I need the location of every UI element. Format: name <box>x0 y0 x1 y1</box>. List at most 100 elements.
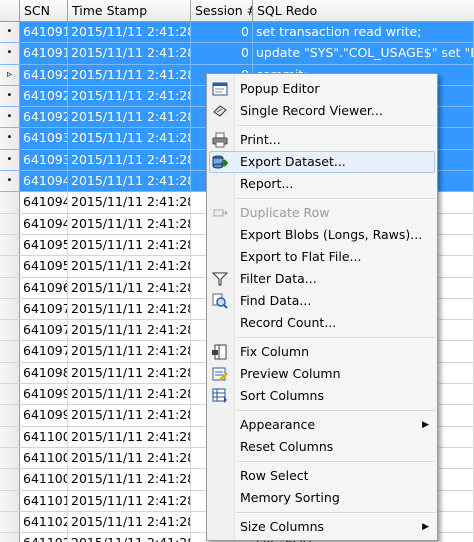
scn-cell[interactable]: 641102 <box>20 511 68 533</box>
session-cell[interactable]: 0 <box>191 43 253 64</box>
scn-cell[interactable]: 641092 <box>20 64 68 85</box>
menu-item-filter-data[interactable]: Filter Data... <box>209 268 435 290</box>
scn-cell[interactable]: 641092 <box>20 85 68 107</box>
scn-cell[interactable]: 641095 <box>20 256 68 277</box>
sql-redo-column-header[interactable]: SQL Redo <box>253 0 474 22</box>
row-indicator[interactable] <box>0 447 20 469</box>
menu-item-memory-sorting[interactable]: Memory Sorting <box>209 487 435 509</box>
scn-cell[interactable]: 641100 <box>20 447 68 469</box>
scn-cell[interactable]: 641097 <box>20 320 68 341</box>
scn-cell[interactable]: 641101 <box>20 490 68 511</box>
menu-item-export-dataset[interactable]: Export Dataset... <box>209 151 435 173</box>
scn-cell[interactable]: 641099 <box>20 384 68 405</box>
timestamp-cell[interactable]: 2015/11/11 2:41:28 <box>68 22 191 43</box>
scn-column-header[interactable]: SCN <box>20 0 68 22</box>
menu-item-single-record-viewer[interactable]: Single Record Viewer... <box>209 100 435 122</box>
row-indicator[interactable] <box>0 384 20 405</box>
row-indicator[interactable]: • <box>0 22 20 43</box>
timestamp-cell[interactable]: 2015/11/11 2:41:28 <box>68 405 191 426</box>
row-indicator[interactable] <box>0 234 20 256</box>
row-indicator[interactable] <box>0 426 20 447</box>
indicator-column-header[interactable] <box>0 0 20 22</box>
timestamp-cell[interactable]: 2015/11/11 2:41:28 <box>68 469 191 490</box>
row-indicator[interactable] <box>0 490 20 511</box>
timestamp-cell[interactable]: 2015/11/11 2:41:28 <box>68 277 191 298</box>
timestamp-cell[interactable]: 2015/11/11 2:41:28 <box>68 107 191 128</box>
row-indicator[interactable]: ▹ <box>0 64 20 85</box>
menu-item-record-count[interactable]: Record Count... <box>209 312 435 334</box>
row-indicator[interactable] <box>0 213 20 234</box>
menu-item-export-blobs[interactable]: Export Blobs (Longs, Raws)... <box>209 224 435 246</box>
row-indicator[interactable] <box>0 277 20 298</box>
menu-item-row-select[interactable]: Row Select <box>209 465 435 487</box>
menu-item-report[interactable]: Report... <box>209 173 435 195</box>
timestamp-cell[interactable]: 2015/11/11 2:41:28 <box>68 256 191 277</box>
sql-redo-cell[interactable]: set transaction read write; <box>253 22 474 43</box>
row-indicator[interactable] <box>0 192 20 213</box>
menu-item-reset-columns[interactable]: Reset Columns <box>209 436 435 458</box>
scn-cell[interactable]: 641100 <box>20 469 68 490</box>
scn-cell[interactable]: 641097 <box>20 298 68 320</box>
timestamp-cell[interactable]: 2015/11/11 2:41:28 <box>68 192 191 213</box>
menu-item-sort-columns[interactable]: Sort Columns <box>209 385 435 407</box>
scn-cell[interactable]: 641097 <box>20 341 68 362</box>
row-indicator[interactable]: • <box>0 171 20 192</box>
sql-redo-cell[interactable]: update "SYS"."COL_USAGE$" set "EQU <box>253 43 474 64</box>
row-indicator[interactable] <box>0 341 20 362</box>
timestamp-cell[interactable]: 2015/11/11 2:41:28 <box>68 43 191 64</box>
scn-cell[interactable]: 641098 <box>20 362 68 384</box>
timestamp-cell[interactable]: 2015/11/11 2:41:28 <box>68 490 191 511</box>
scn-cell[interactable]: 641093 <box>20 149 68 171</box>
timestamp-cell[interactable]: 2015/11/11 2:41:28 <box>68 171 191 192</box>
menu-item-export-flat-file[interactable]: Export to Flat File... <box>209 246 435 268</box>
scn-cell[interactable]: 641091 <box>20 22 68 43</box>
scn-cell[interactable]: 641095 <box>20 234 68 256</box>
timestamp-cell[interactable]: 2015/11/11 2:41:28 <box>68 213 191 234</box>
row-indicator[interactable]: • <box>0 107 20 128</box>
session-column-header[interactable]: Session # <box>191 0 253 22</box>
scn-cell[interactable]: 641092 <box>20 107 68 128</box>
row-indicator[interactable] <box>0 320 20 341</box>
scn-cell[interactable]: 641091 <box>20 43 68 64</box>
timestamp-cell[interactable]: 2015/11/11 2:41:28 <box>68 85 191 107</box>
timestamp-cell[interactable]: 2015/11/11 2:41:28 <box>68 64 191 85</box>
scn-cell[interactable]: 641102 <box>20 533 68 542</box>
timestamp-cell[interactable]: 2015/11/11 2:41:28 <box>68 298 191 320</box>
row-indicator[interactable] <box>0 533 20 542</box>
row-indicator[interactable] <box>0 362 20 384</box>
timestamp-cell[interactable]: 2015/11/11 2:41:28 <box>68 384 191 405</box>
timestamp-cell[interactable]: 2015/11/11 2:41:28 <box>68 149 191 171</box>
timestamp-cell[interactable]: 2015/11/11 2:41:28 <box>68 128 191 149</box>
timestamp-cell[interactable]: 2015/11/11 2:41:28 <box>68 426 191 447</box>
scn-cell[interactable]: 641094 <box>20 213 68 234</box>
timestamp-cell[interactable]: 2015/11/11 2:41:28 <box>68 447 191 469</box>
scn-cell[interactable]: 641096 <box>20 277 68 298</box>
scn-cell[interactable]: 641094 <box>20 192 68 213</box>
table-row[interactable]: • 641091 2015/11/11 2:41:28 0 update "SYS"."… <box>0 43 474 65</box>
row-indicator[interactable] <box>0 511 20 533</box>
menu-item-size-columns[interactable]: Size Columns ▶ <box>209 516 435 538</box>
row-indicator[interactable] <box>0 405 20 426</box>
scn-cell[interactable]: 641100 <box>20 426 68 447</box>
row-indicator[interactable] <box>0 256 20 277</box>
timestamp-cell[interactable]: 2015/11/11 2:41:28 <box>68 234 191 256</box>
menu-item-duplicate-row[interactable]: Duplicate Row <box>209 202 435 224</box>
timestamp-cell[interactable]: 2015/11/11 2:41:28 <box>68 362 191 384</box>
row-indicator[interactable] <box>0 469 20 490</box>
table-row[interactable]: • 641091 2015/11/11 2:41:28 0 set transactio… <box>0 22 474 44</box>
menu-item-fix-column[interactable]: Fix Column <box>209 341 435 363</box>
row-indicator[interactable]: • <box>0 149 20 171</box>
scn-cell[interactable]: 641094 <box>20 171 68 192</box>
menu-item-print[interactable]: Print... <box>209 129 435 151</box>
row-indicator[interactable]: • <box>0 43 20 64</box>
timestamp-column-header[interactable]: Time Stamp <box>68 0 191 22</box>
timestamp-cell[interactable]: 2015/11/11 2:41:28 <box>68 341 191 362</box>
scn-cell[interactable]: 641093 <box>20 128 68 149</box>
menu-item-find-data[interactable]: Find Data... <box>209 290 435 312</box>
row-indicator[interactable] <box>0 298 20 320</box>
menu-item-preview-column[interactable]: Preview Column <box>209 363 435 385</box>
row-indicator[interactable]: • <box>0 128 20 149</box>
menu-item-popup-editor[interactable]: Popup Editor <box>209 78 435 100</box>
timestamp-cell[interactable]: 2015/11/11 2:41:28 <box>68 511 191 533</box>
row-indicator[interactable]: • <box>0 85 20 107</box>
